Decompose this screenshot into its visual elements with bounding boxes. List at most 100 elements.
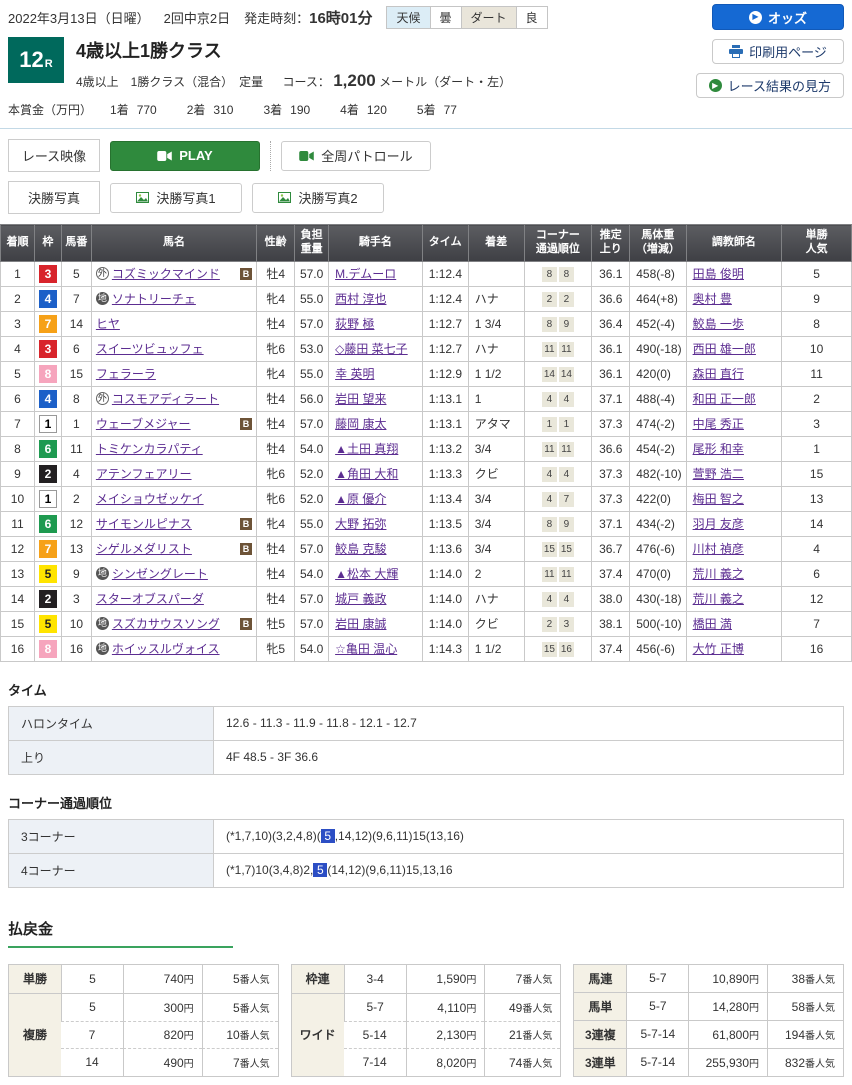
jockey-link[interactable]: 岩田 康誠 (335, 617, 386, 631)
horse-name-link[interactable]: シンゼングレート (112, 565, 208, 582)
winner-highlight: 5 (313, 863, 327, 877)
popularity: 58番人気 (767, 992, 843, 1020)
corner3-box: 8 (542, 267, 557, 282)
trainer-link[interactable]: 和田 正一郎 (693, 392, 756, 406)
horse-cell: ヒヤ (91, 311, 256, 336)
amount: 820円 (123, 1021, 202, 1048)
pop-value: 74 (509, 1056, 522, 1070)
sexage-cell: 牡4 (257, 436, 295, 461)
bodyweight-cell: 470(0) (630, 561, 686, 586)
time-cell: 1:13.6 (422, 536, 468, 561)
jockey-link[interactable]: 幸 英明 (335, 367, 374, 381)
corner-cell: 44 (524, 461, 592, 486)
popularity: 10番人気 (202, 1021, 278, 1048)
agari-cell: 37.4 (592, 636, 630, 661)
trainer-link[interactable]: 尾形 和幸 (693, 442, 744, 456)
horse-name-link[interactable]: トミケンカラパティ (96, 440, 203, 457)
horse-name-link[interactable]: ウェーブメジャー (96, 415, 191, 432)
number-cell: 2 (61, 486, 91, 511)
trainer-link[interactable]: 梅田 智之 (693, 492, 744, 506)
horse-name-link[interactable]: メイショウゼッケイ (96, 490, 204, 507)
jockey-link[interactable]: M.デムーロ (335, 267, 396, 281)
play-button[interactable]: PLAY (110, 141, 260, 171)
col-margin: 着差 (468, 225, 524, 262)
corner4-box: 14 (559, 367, 574, 382)
trainer-link[interactable]: 鮫島 一歩 (693, 317, 744, 331)
patrol-video-button[interactable]: 全周パトロール (281, 141, 431, 171)
jockey-link[interactable]: 大野 拓弥 (335, 517, 386, 531)
trainer-link[interactable]: 森田 直行 (693, 367, 744, 381)
horse-name-link[interactable]: スイーツビュッフェ (96, 340, 204, 357)
trainer-link[interactable]: 奥村 豊 (693, 292, 732, 306)
jockey-link[interactable]: ▲松本 大輝 (335, 567, 398, 581)
trainer-link[interactable]: 西田 雄一郎 (693, 342, 756, 356)
horse-name-link[interactable]: ホイッスルヴォイス (112, 640, 220, 657)
corner3-row: 3コーナー (*1,7,10)(3,2,4,8)(5,14,12)(9,6,11… (9, 819, 844, 853)
trainer-link[interactable]: 荒川 義之 (693, 567, 744, 581)
trainer-link[interactable]: 大竹 正博 (693, 642, 744, 656)
horse-name-link[interactable]: コズミックマインド (112, 265, 220, 282)
horse-name-link[interactable]: フェラーラ (96, 365, 156, 382)
jockey-link[interactable]: 荻野 極 (335, 317, 374, 331)
race-number-badge: 12 R (8, 37, 64, 83)
finish-photo-label: 決勝写真 (8, 181, 100, 214)
margin-cell: ハナ (468, 286, 524, 311)
jockey-link[interactable]: ▲土田 真翔 (335, 442, 398, 456)
prize-label: 本賞金（万円） (8, 101, 92, 118)
agari-cell: 37.3 (592, 486, 630, 511)
jockey-link[interactable]: 西村 淳也 (335, 292, 386, 306)
corner3-box: 15 (542, 642, 557, 657)
sexage-cell: 牝4 (257, 286, 295, 311)
umatan-row: 馬単 5-7 14,280円 58番人気 (574, 992, 843, 1020)
result-guide-button[interactable]: ▶ レース結果の見方 (696, 73, 844, 98)
horse-cell: トミケンカラパティ (91, 436, 256, 461)
frame-cell: 5 (34, 611, 61, 636)
jockey-cell: 岩田 望来 (329, 386, 423, 411)
jockey-link[interactable]: ☆亀田 温心 (335, 642, 397, 656)
horse-name-link[interactable]: コスモアディラート (112, 390, 219, 407)
pop-unit: 番人気 (240, 1004, 270, 1015)
horse-name-link[interactable]: アテンフェアリー (96, 465, 192, 482)
horse-mark: 地 (96, 642, 109, 655)
yen-unit: 円 (184, 975, 194, 986)
trainer-link[interactable]: 橋田 満 (693, 617, 732, 631)
horse-name-link[interactable]: シゲルメダリスト (96, 540, 192, 557)
frame-cell: 6 (34, 511, 61, 536)
jockey-link[interactable]: 城戸 義政 (335, 592, 386, 606)
pop-value: 49 (509, 1001, 522, 1015)
bodyweight-cell: 458(-8) (630, 261, 686, 286)
trainer-link[interactable]: 萱野 浩二 (693, 467, 744, 481)
finish-photo2-button[interactable]: 決勝写真2 (252, 183, 384, 213)
jockey-link[interactable]: ◇藤田 菜七子 (335, 342, 408, 356)
horse-name-link[interactable]: ソナトリーチェ (112, 290, 196, 307)
jockey-link[interactable]: 藤岡 康太 (335, 417, 386, 431)
trainer-link[interactable]: 羽月 友彦 (693, 517, 744, 531)
trainer-link[interactable]: 荒川 義之 (693, 592, 744, 606)
horse-name-link[interactable]: ヒヤ (96, 315, 120, 332)
pop-unit: 番人気 (240, 1031, 270, 1042)
result-row: 1 3 5 外コズミックマインドB 牡4 57.0 M.デムーロ 1:12.4 … (1, 261, 852, 286)
wide-row: ワイド 5-7 4,110円 49番人気 (292, 993, 561, 1020)
jockey-link[interactable]: ▲原 優介 (335, 492, 386, 506)
horse-name-link[interactable]: スターオブスパーダ (96, 590, 204, 607)
margin-cell: 3/4 (468, 511, 524, 536)
print-button[interactable]: 印刷用ページ (712, 39, 844, 64)
odds-button[interactable]: ▶ オッズ (712, 4, 844, 30)
trainer-link[interactable]: 田島 俊明 (693, 267, 744, 281)
jockey-link[interactable]: ▲角田 大和 (335, 467, 398, 481)
jockey-link[interactable]: 岩田 望来 (335, 392, 386, 406)
horse-name-link[interactable]: サイモンルピナス (96, 515, 192, 532)
jockey-link[interactable]: 鮫島 克駿 (335, 542, 386, 556)
result-row: 7 1 1 ウェーブメジャーB 牡4 57.0 藤岡 康太 1:13.1 アタマ… (1, 411, 852, 436)
frame-cell: 5 (34, 561, 61, 586)
pop-unit: 番人気 (522, 1004, 552, 1015)
arrow-circle-icon: ▶ (749, 11, 762, 24)
finish-photo1-button[interactable]: 決勝写真1 (110, 183, 242, 213)
trainer-link[interactable]: 中尾 秀正 (693, 417, 744, 431)
combo: 5-7-14 (626, 1048, 688, 1076)
prize-amount: 770 (137, 103, 157, 117)
horse-name-link[interactable]: スズカサウスソング (112, 615, 220, 632)
sexage-cell: 牝4 (257, 511, 295, 536)
trainer-link[interactable]: 川村 禎彦 (693, 542, 744, 556)
yen-unit: 円 (749, 975, 759, 986)
